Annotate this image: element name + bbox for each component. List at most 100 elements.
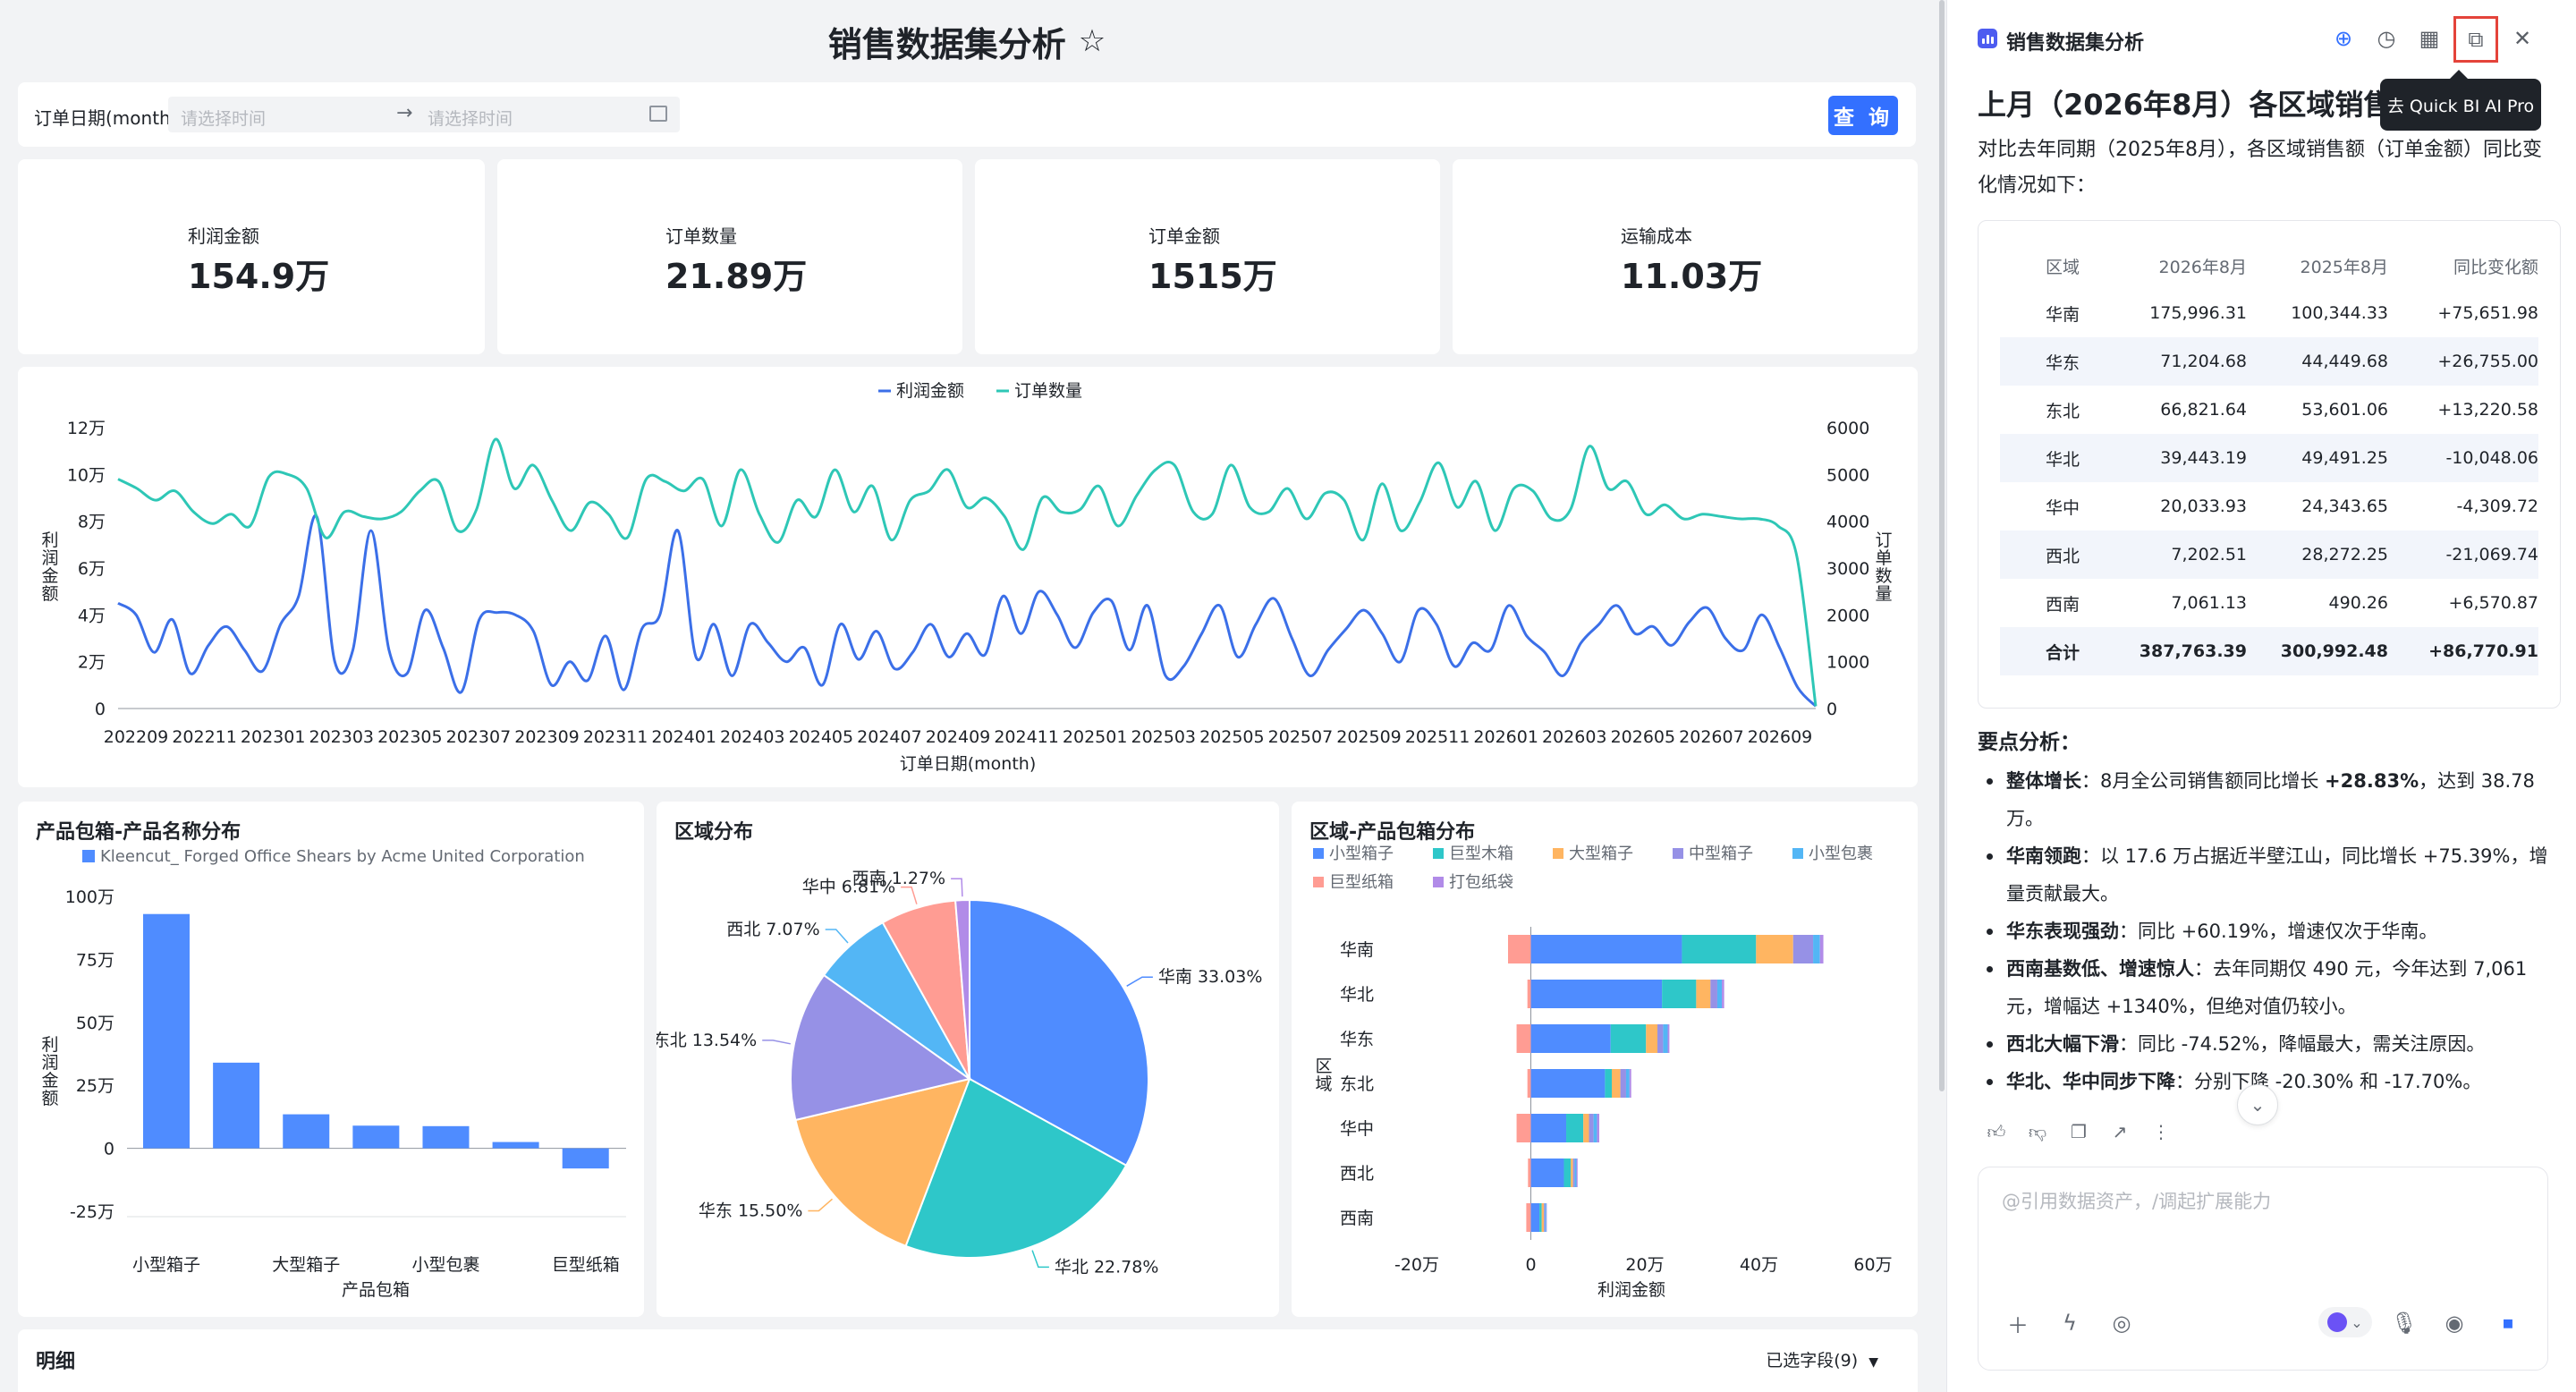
x-tick-label: 202501 — [1063, 727, 1128, 747]
legend-label: 打包纸袋 — [1449, 873, 1513, 892]
stacked-bar-segment — [1663, 1024, 1668, 1053]
open-external-icon[interactable]: ⧉ — [2453, 16, 2498, 63]
chat-input[interactable]: @引用数据资产，/调起扩展能力 — [2002, 1187, 2271, 1214]
plus-icon[interactable]: ＋ — [2002, 1307, 2034, 1339]
stacked-bar-segment — [1530, 1024, 1611, 1053]
table-cell: +6,570.87 — [2448, 593, 2538, 613]
table-cell: 49,491.25 — [2254, 434, 2395, 482]
stacked-bar-segment — [1528, 1159, 1531, 1187]
start-date-input[interactable]: 请选择时间 — [181, 106, 266, 130]
x-tick-label: 202409 — [926, 727, 991, 747]
table-cell: 175,996.31 — [2149, 303, 2247, 323]
voice-wave-icon[interactable]: ◉ — [2438, 1307, 2470, 1339]
x-axis-label: 利润金额 — [1597, 1280, 1665, 1300]
x-tick-label: 202609 — [1748, 727, 1813, 747]
y-tick-label-left: 2万 — [78, 653, 106, 673]
y-tick-label: 75万 — [76, 950, 114, 970]
chevron-down-icon: ⌄ — [2250, 1094, 2266, 1116]
thumbs-down-icon[interactable]: 👎︎ — [2026, 1120, 2049, 1143]
table-cell: 华中 — [2045, 497, 2080, 518]
legend-swatch — [1433, 848, 1444, 859]
x-tick-label: 0 — [1525, 1255, 1536, 1275]
x-tick-label: 202507 — [1268, 727, 1334, 747]
pie-label-line — [808, 1198, 833, 1212]
stacked-bar-segment — [1682, 935, 1757, 963]
kpi-value: 11.03万 — [1621, 257, 1763, 296]
y-axis-label-right: 单 — [1875, 548, 1892, 568]
table-cell: 71,204.68 — [2125, 337, 2254, 386]
x-tick-label: 202305 — [377, 727, 443, 747]
stacked-bar-segment — [1657, 1024, 1664, 1053]
stacked-bar-segment — [1530, 1159, 1564, 1187]
copy-icon[interactable]: ❐ — [2067, 1120, 2090, 1143]
board-scrollbar[interactable] — [1937, 0, 1946, 1392]
selected-fields-dropdown[interactable]: 已选字段(9) ▼ — [1766, 1347, 1878, 1371]
y-tick-label: 100万 — [65, 887, 114, 907]
y-tick-label-left: 10万 — [67, 465, 106, 485]
model-selector[interactable]: ⌄ — [2318, 1307, 2372, 1337]
pie-label: 华南 33.03% — [1158, 967, 1263, 987]
x-tick-label: 202601 — [1473, 727, 1538, 747]
more-icon[interactable]: ⋮ — [2149, 1120, 2173, 1143]
table-header-cell: 区域 — [2045, 257, 2080, 277]
scroll-down-button[interactable]: ⌄ — [2237, 1084, 2278, 1125]
chat-input-box[interactable]: @引用数据资产，/调起扩展能力 ＋ ϟ ◎ ⌄ 🎙︎ ◉ ⏹ — [1978, 1167, 2548, 1371]
x-tick-label: 20万 — [1625, 1255, 1664, 1275]
x-tick-label: 202607 — [1679, 727, 1744, 747]
table-cell: 53,601.06 — [2301, 400, 2388, 420]
new-chat-icon[interactable]: ⊕ — [2330, 25, 2357, 52]
copilot-header: 销售数据集分析 ⊕ ◷ ▦ ⧉ ✕ — [1947, 0, 2576, 79]
star-outline-icon[interactable]: ☆ — [1079, 23, 1106, 59]
query-button[interactable]: 查 询 — [1828, 96, 1898, 135]
key-point: 西北大幅下滑：同比 -74.52%，降幅最大，需关注原因。 — [1978, 1025, 2550, 1063]
arrow-right-icon: → — [396, 102, 413, 124]
table-row: 西南 7,061.13 490.26 +6,570.87 — [2000, 579, 2538, 627]
legend-label: 小型箱子 — [1329, 845, 1394, 863]
pie-label: 西北 7.07% — [726, 920, 819, 939]
globe-icon[interactable]: ◎ — [2106, 1307, 2138, 1339]
x-tick-label: 202301 — [241, 727, 306, 747]
y-tick-label: 华东 — [1340, 1030, 1374, 1049]
y-tick-label: 华南 — [1340, 940, 1374, 960]
table-row: 西北 7,202.51 28,272.25 -21,069.74 — [2000, 530, 2538, 579]
thumbs-up-icon[interactable]: 👍︎ — [1985, 1120, 2008, 1143]
microphone-icon[interactable]: 🎙︎ — [2388, 1307, 2420, 1339]
bar — [352, 1125, 400, 1149]
comparison-table: 区域 2026年8月 2025年8月 同比变化额 华南 175,996.31 100… — [1978, 220, 2561, 709]
go-pro-tooltip: 去 Quick BI AI Pro — [2380, 70, 2541, 131]
stacked-bar-segment — [1539, 1203, 1542, 1232]
y-axis-label: 区 — [1315, 1057, 1332, 1076]
key-point-text: ：同比 +60.19%，增速仅次于华南。 — [2119, 921, 2438, 942]
key-point: 华南领跑：以 17.6 万占据近半壁江山，同比增长 +75.39%，增量贡献最大… — [1978, 837, 2550, 912]
table-cell: 300,992.48 — [2254, 627, 2395, 675]
stacked-bar-segment — [1527, 1069, 1531, 1098]
stop-button[interactable]: ⏹ — [2492, 1307, 2524, 1339]
table-cell: -10,048.06 — [2395, 434, 2538, 482]
history-icon[interactable]: ◷ — [2373, 25, 2400, 52]
stacked-bar-segment — [1583, 1114, 1589, 1142]
legend-swatch — [1433, 877, 1444, 887]
end-date-input[interactable]: 请选择时间 — [428, 106, 513, 130]
kpi-label: 运输成本 — [1621, 225, 1692, 247]
selected-fields-label: 已选字段(9) — [1766, 1351, 1859, 1371]
y-tick-label: 东北 — [1340, 1074, 1374, 1094]
calendar-icon[interactable]: ▦ — [2416, 25, 2443, 52]
stacked-bar-panel: 区域-产品包箱分布 小型箱子 巨型木箱 大型箱子 中型箱子 小型包裹 巨型纸箱 打包纸袋 -2… — [1292, 802, 1918, 1317]
date-range-picker[interactable]: 请选择时间 → 请选择时间 — [168, 97, 680, 132]
legend-label: Kleencut_ Forged Office Shears by Acme U… — [100, 847, 585, 866]
scrollbar-thumb[interactable] — [1939, 0, 1945, 1091]
filter-bar: 订单日期(month) 请选择时间 → 请选择时间 查 询 — [18, 82, 1916, 147]
table-cell: 合计 — [2000, 627, 2125, 675]
stacked-bar-segment — [1667, 1024, 1670, 1053]
stacked-bar-segment — [1597, 1114, 1599, 1142]
close-icon[interactable]: ✕ — [2509, 25, 2536, 52]
stacked-bar-segment — [1696, 980, 1711, 1008]
legend-swatch — [1313, 877, 1324, 887]
y-tick-label-right: 1000 — [1826, 653, 1869, 673]
x-tick-label: 巨型纸箱 — [552, 1255, 620, 1275]
share-icon[interactable]: ↗ — [2108, 1120, 2131, 1143]
calendar-icon[interactable] — [649, 106, 667, 122]
lightning-icon[interactable]: ϟ — [2054, 1307, 2086, 1339]
y-tick-label: 0 — [104, 1140, 114, 1159]
table-cell: -4,309.72 — [2456, 497, 2538, 516]
